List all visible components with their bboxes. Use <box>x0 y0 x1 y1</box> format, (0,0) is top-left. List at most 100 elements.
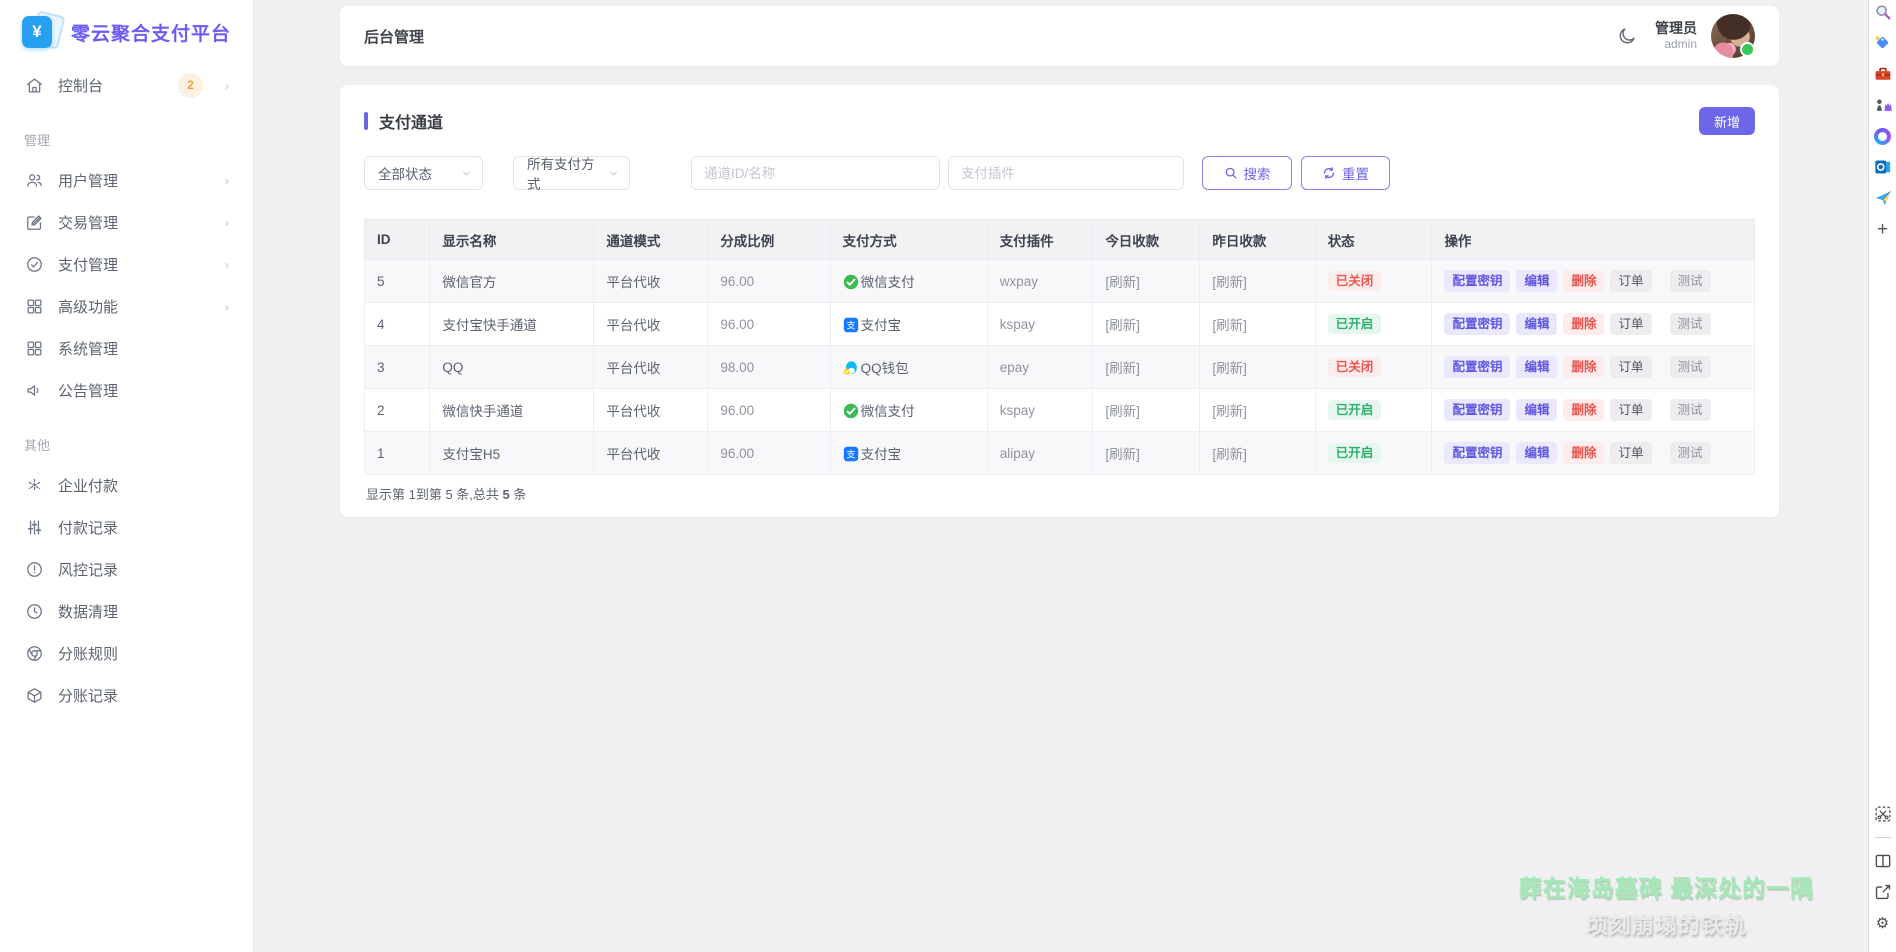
alipay-icon: 支 <box>843 317 859 333</box>
sidebar-item-edit-1[interactable]: 交易管理› <box>14 201 239 243</box>
edit-button[interactable]: 编辑 <box>1516 270 1557 293</box>
delete-button[interactable]: 删除 <box>1563 399 1604 422</box>
sidebar-item-box-5[interactable]: 分账记录 <box>14 674 239 716</box>
refresh-today-link[interactable]: [刷新] <box>1105 447 1140 462</box>
edit-button[interactable]: 编辑 <box>1516 399 1557 422</box>
sidebar-item-alert-2[interactable]: 风控记录 <box>14 548 239 590</box>
configure-key-button[interactable]: 配置密钥 <box>1444 270 1510 293</box>
refresh-today-link[interactable]: [刷新] <box>1105 275 1140 290</box>
order-button[interactable]: 订单 <box>1610 442 1651 465</box>
configure-key-button[interactable]: 配置密钥 <box>1444 356 1510 379</box>
toolbox-icon[interactable] <box>1873 64 1893 84</box>
add-button[interactable]: 新增 <box>1699 107 1755 135</box>
send-icon[interactable] <box>1873 188 1893 208</box>
panel-head: 支付通道 新增 <box>364 107 1755 135</box>
refresh-yesterday-link[interactable]: [刷新] <box>1212 275 1247 290</box>
configure-key-button[interactable]: 配置密钥 <box>1444 399 1510 422</box>
edit-button[interactable]: 编辑 <box>1516 356 1557 379</box>
cell-status: 已关闭 <box>1315 346 1432 389</box>
plugin-input[interactable] <box>948 156 1184 190</box>
channel-id-input[interactable] <box>691 156 940 190</box>
users-icon <box>24 170 44 190</box>
external-link-icon[interactable] <box>1873 882 1893 902</box>
column-header: 昨日收款 <box>1200 220 1315 260</box>
subtitles: 葬在海岛墓碑 最深处的一隅 顷刻崩塌的铁轨 <box>1519 869 1814 940</box>
cell-mode: 平台代收 <box>594 303 708 346</box>
cell-ratio: 98.00 <box>708 346 830 389</box>
brand-title: 零云聚合支付平台 <box>71 19 231 46</box>
cell-status: 已开启 <box>1315 303 1432 346</box>
test-button[interactable]: 测试 <box>1670 356 1711 379</box>
cell-status: 已开启 <box>1315 432 1432 475</box>
reset-button[interactable]: 重置 <box>1301 156 1390 190</box>
test-button[interactable]: 测试 <box>1670 442 1711 465</box>
tag-icon[interactable] <box>1873 33 1893 53</box>
refresh-today-link[interactable]: [刷新] <box>1105 318 1140 333</box>
sidebar-item-chrome-4[interactable]: 分账规则 <box>14 632 239 674</box>
delete-button[interactable]: 删除 <box>1563 270 1604 293</box>
sidebar-item-label: 控制台 <box>58 75 164 96</box>
order-button[interactable]: 订单 <box>1610 270 1651 293</box>
sidebar-item-speaker-5[interactable]: 公告管理 <box>14 369 239 411</box>
test-button[interactable]: 测试 <box>1670 313 1711 336</box>
cell-status: 已关闭 <box>1315 260 1432 303</box>
order-button[interactable]: 订单 <box>1610 313 1651 336</box>
order-button[interactable]: 订单 <box>1610 356 1651 379</box>
browser-edge-bar: +⚙ <box>1868 0 1896 952</box>
refresh-yesterday-link[interactable]: [刷新] <box>1212 447 1247 462</box>
cell-today: [刷新] <box>1093 260 1200 303</box>
test-button[interactable]: 测试 <box>1670 270 1711 293</box>
delete-button[interactable]: 删除 <box>1563 313 1604 336</box>
settings-icon[interactable]: ⚙ <box>1873 913 1893 933</box>
edit-button[interactable]: 编辑 <box>1516 313 1557 336</box>
cell-actions: 配置密钥编辑删除订单测试 <box>1432 260 1755 303</box>
cell-yesterday: [刷新] <box>1200 432 1315 475</box>
sidebar-item-home-0[interactable]: 控制台2› <box>14 64 239 106</box>
cell-id: 2 <box>365 389 430 432</box>
refresh-yesterday-link[interactable]: [刷新] <box>1212 404 1247 419</box>
refresh-yesterday-link[interactable]: [刷新] <box>1212 361 1247 376</box>
sidebar-item-sliders-1[interactable]: 付款记录 <box>14 506 239 548</box>
order-button[interactable]: 订单 <box>1610 399 1651 422</box>
pagination-suffix: 条 <box>510 487 527 502</box>
avatar[interactable] <box>1711 14 1755 58</box>
cell-today: [刷新] <box>1093 389 1200 432</box>
outlook-icon[interactable] <box>1873 157 1893 177</box>
games-icon[interactable] <box>1873 95 1893 115</box>
sidebar-item-label: 风控记录 <box>58 559 229 580</box>
sidebar-item-label: 分账记录 <box>58 685 229 706</box>
test-button[interactable]: 测试 <box>1670 399 1711 422</box>
sidebar-item-label: 公告管理 <box>58 380 229 401</box>
search-button[interactable]: 搜索 <box>1202 156 1292 190</box>
workspace: 后台管理 管理员 admin 支付通道 新增 <box>254 0 1868 952</box>
sidebar-item-grid-4[interactable]: 系统管理 <box>14 327 239 369</box>
cell-id: 5 <box>365 260 430 303</box>
configure-key-button[interactable]: 配置密钥 <box>1444 313 1510 336</box>
copilot-icon[interactable] <box>1873 126 1893 146</box>
status-badge: 已开启 <box>1328 314 1382 335</box>
dark-mode-toggle[interactable] <box>1613 22 1641 50</box>
sidebar-item-label: 支付管理 <box>58 254 211 275</box>
method-select[interactable]: 所有支付方式 <box>513 156 630 190</box>
split-screen-icon[interactable] <box>1873 851 1893 871</box>
grid-icon <box>24 296 44 316</box>
refresh-yesterday-link[interactable]: [刷新] <box>1212 318 1247 333</box>
sidebar-item-users-0[interactable]: 用户管理› <box>14 159 239 201</box>
sidebar-item-grid-3[interactable]: 高级功能› <box>14 285 239 327</box>
refresh-today-link[interactable]: [刷新] <box>1105 404 1140 419</box>
user-block[interactable]: 管理员 admin <box>1655 20 1697 53</box>
edit-button[interactable]: 编辑 <box>1516 442 1557 465</box>
refresh-icon <box>1322 166 1336 180</box>
refresh-today-link[interactable]: [刷新] <box>1105 361 1140 376</box>
sidebar-item-clock-3[interactable]: 数据清理 <box>14 590 239 632</box>
sidebar-item-asterisk-0[interactable]: 企业付款 <box>14 464 239 506</box>
delete-button[interactable]: 删除 <box>1563 356 1604 379</box>
cell-mode: 平台代收 <box>594 260 708 303</box>
delete-button[interactable]: 删除 <box>1563 442 1604 465</box>
search-icon[interactable] <box>1873 2 1893 22</box>
status-select[interactable]: 全部状态 <box>364 156 483 190</box>
plus-icon[interactable]: + <box>1873 219 1893 239</box>
screenshot-icon[interactable] <box>1873 804 1893 824</box>
configure-key-button[interactable]: 配置密钥 <box>1444 442 1510 465</box>
sidebar-item-check-circle-2[interactable]: 支付管理› <box>14 243 239 285</box>
